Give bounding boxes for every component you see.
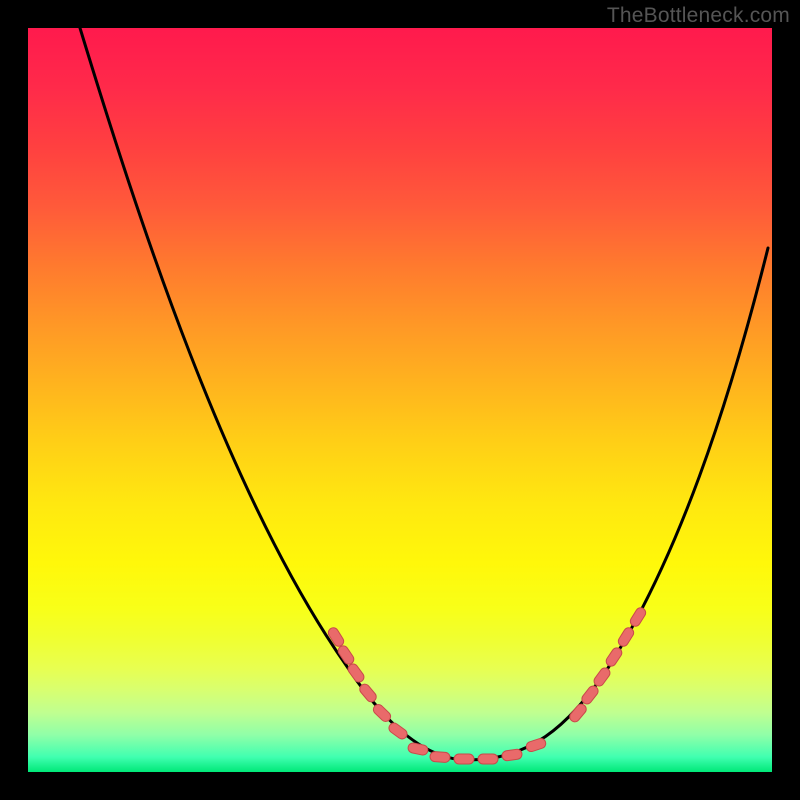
marker	[616, 626, 635, 648]
bottleneck-curve-left	[80, 28, 468, 760]
marker	[407, 742, 429, 756]
curve-layer	[80, 28, 768, 760]
marker	[628, 606, 647, 628]
marker	[478, 754, 498, 764]
watermark: TheBottleneck.com	[607, 4, 790, 28]
marker	[346, 662, 366, 684]
chart-container: TheBottleneck.com	[0, 0, 800, 800]
marker	[430, 751, 451, 762]
marker	[326, 626, 345, 648]
marker	[358, 682, 379, 704]
marker-layer	[326, 606, 647, 764]
marker	[454, 754, 474, 764]
marker	[525, 737, 547, 753]
marker	[387, 721, 409, 741]
marker	[371, 702, 392, 723]
marker	[592, 666, 612, 688]
marker	[501, 749, 522, 762]
marker	[604, 646, 623, 668]
chart-svg	[28, 28, 772, 772]
marker	[580, 684, 600, 706]
bottleneck-curve-right	[468, 248, 768, 760]
